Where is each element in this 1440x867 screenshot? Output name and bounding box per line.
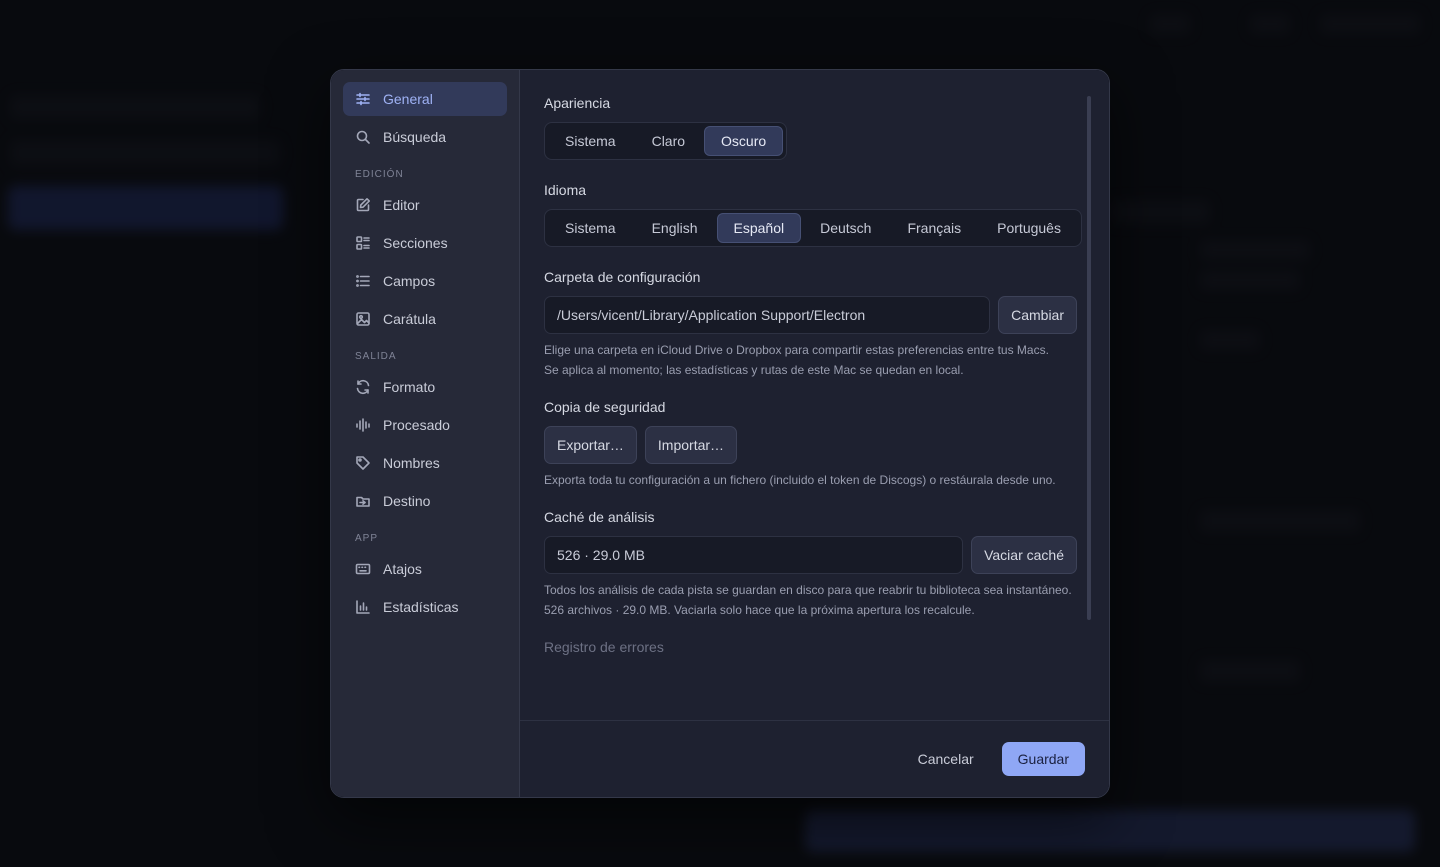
language-option-deutsch[interactable]: Deutsch: [803, 213, 888, 243]
cancel-button[interactable]: Cancelar: [908, 743, 984, 775]
sidebar-item-label: Estadísticas: [383, 599, 459, 615]
list-icon: [355, 273, 371, 289]
language-title: Idioma: [544, 182, 587, 198]
settings-sidebar: General Búsqueda EDICIÓN Editor Seccione…: [331, 70, 520, 797]
tag-icon: [355, 455, 371, 471]
sidebar-item-label: Carátula: [383, 311, 436, 327]
image-icon: [355, 311, 371, 327]
sidebar-item-label: Destino: [383, 493, 431, 509]
dialog-footer: Cancelar Guardar: [520, 720, 1109, 797]
language-option-portugues[interactable]: Português: [980, 213, 1078, 243]
config-folder-help: Elige una carpeta en iCloud Drive o Drop…: [544, 343, 1049, 377]
search-icon: [355, 129, 371, 145]
appearance-title: Apariencia: [544, 95, 611, 111]
sidebar-section-salida: SALIDA: [355, 351, 397, 362]
sections-icon: [355, 235, 371, 251]
sidebar-item-label: Nombres: [383, 455, 440, 471]
save-button[interactable]: Guardar: [1001, 742, 1085, 776]
sidebar-item-destino[interactable]: Destino: [343, 484, 507, 518]
language-option-espanol[interactable]: Español: [716, 213, 802, 243]
chart-icon: [355, 599, 371, 615]
error-log-title: Registro de errores: [544, 639, 664, 655]
clear-cache-button[interactable]: Vaciar caché: [971, 536, 1077, 574]
folder-icon: [355, 493, 371, 509]
sidebar-section-app: APP: [355, 533, 379, 544]
sidebar-item-estadisticas[interactable]: Estadísticas: [343, 590, 507, 624]
sidebar-item-procesado[interactable]: Procesado: [343, 408, 507, 442]
sidebar-item-label: General: [383, 91, 433, 107]
sidebar-item-label: Procesado: [383, 417, 450, 433]
backup-help: Exporta toda tu configuración a un fiche…: [544, 473, 1056, 487]
export-button[interactable]: Exportar…: [544, 426, 637, 464]
language-option-sistema[interactable]: Sistema: [548, 213, 633, 243]
keyboard-icon: [355, 561, 371, 577]
appearance-option-sistema[interactable]: Sistema: [548, 126, 633, 156]
config-folder-title: Carpeta de configuración: [544, 269, 701, 285]
sidebar-item-label: Secciones: [383, 235, 448, 251]
appearance-option-oscuro[interactable]: Oscuro: [704, 126, 784, 156]
config-folder-row: /Users/vicent/Library/Application Suppor…: [544, 296, 1077, 334]
waveform-icon: [355, 417, 371, 433]
backup-title: Copia de seguridad: [544, 399, 666, 415]
scrollbar[interactable]: [1087, 96, 1091, 620]
backup-buttons: Exportar… Importar…: [544, 426, 1085, 464]
appearance-segmented-control: Sistema Claro Oscuro: [544, 122, 788, 160]
sidebar-item-label: Editor: [383, 197, 420, 213]
sidebar-item-editor[interactable]: Editor: [343, 188, 507, 222]
sidebar-item-atajos[interactable]: Atajos: [343, 552, 507, 586]
sidebar-item-busqueda[interactable]: Búsqueda: [343, 120, 507, 154]
sidebar-item-secciones[interactable]: Secciones: [343, 226, 507, 260]
edit-icon: [355, 197, 371, 213]
sidebar-item-label: Búsqueda: [383, 129, 447, 145]
sidebar-item-nombres[interactable]: Nombres: [343, 446, 507, 480]
language-segmented-control: Sistema English Español Deutsch Français…: [544, 209, 1082, 247]
sidebar-section-edicion: EDICIÓN: [355, 169, 404, 180]
sliders-icon: [355, 91, 371, 107]
settings-dialog: General Búsqueda EDICIÓN Editor Seccione…: [330, 69, 1110, 798]
settings-scroll-area: Apariencia Sistema Claro Oscuro Idioma S…: [520, 70, 1109, 720]
sidebar-item-general[interactable]: General: [343, 82, 507, 116]
cache-row: 526 · 29.0 MB Vaciar caché: [544, 536, 1077, 574]
sidebar-item-caratula[interactable]: Carátula: [343, 302, 507, 336]
language-option-english[interactable]: English: [635, 213, 715, 243]
sidebar-item-label: Campos: [383, 273, 436, 289]
sidebar-item-label: Formato: [383, 379, 436, 395]
settings-content: Apariencia Sistema Claro Oscuro Idioma S…: [520, 70, 1109, 797]
import-button[interactable]: Importar…: [644, 426, 738, 464]
sidebar-item-label: Atajos: [383, 561, 422, 577]
appearance-option-claro[interactable]: Claro: [635, 126, 702, 156]
change-folder-button[interactable]: Cambiar: [998, 296, 1077, 334]
cache-help: Todos los análisis de cada pista se guar…: [544, 583, 1072, 617]
sidebar-item-formato[interactable]: Formato: [343, 370, 507, 404]
config-folder-path-field[interactable]: /Users/vicent/Library/Application Suppor…: [544, 296, 991, 334]
refresh-icon: [355, 379, 371, 395]
cache-size-field: 526 · 29.0 MB: [544, 536, 964, 574]
sidebar-item-campos[interactable]: Campos: [343, 264, 507, 298]
language-option-francais[interactable]: Français: [890, 213, 978, 243]
cache-title: Caché de análisis: [544, 509, 655, 525]
